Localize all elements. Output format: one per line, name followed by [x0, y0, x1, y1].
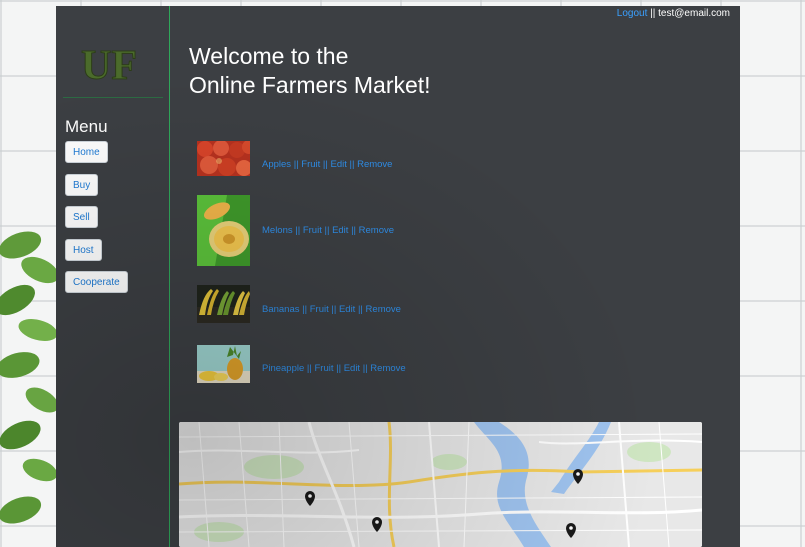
product-links: Pineapple || Fruit || Edit || Remove [262, 363, 406, 374]
separator: || [299, 304, 310, 315]
product-name: Bananas [262, 304, 300, 315]
product-links: Apples || Fruit || Edit || Remove [262, 159, 392, 170]
product-name: Apples [262, 159, 292, 170]
nav-sell-button[interactable]: Sell [65, 206, 98, 228]
nav-buy-button[interactable]: Buy [65, 174, 99, 196]
location-map[interactable] [179, 422, 702, 547]
pineapple-image [197, 345, 250, 383]
edit-link[interactable]: Edit [331, 159, 347, 170]
edit-link[interactable]: Edit [344, 363, 360, 374]
melons-image [197, 195, 250, 266]
remove-link[interactable]: Remove [370, 363, 405, 374]
bananas-image [197, 285, 250, 323]
nav-host-button[interactable]: Host [65, 239, 102, 261]
plant-decoration [0, 231, 59, 524]
separator: || [346, 159, 358, 170]
page-title-line2: Online Farmers Market! [189, 72, 431, 98]
remove-link[interactable]: Remove [359, 225, 394, 236]
separator: || [321, 225, 333, 236]
product-name: Melons [262, 225, 293, 236]
product-links: Bananas || Fruit || Edit || Remove [262, 304, 401, 315]
apples-image [197, 141, 250, 176]
logo-text: UF [81, 43, 137, 89]
product-name: Pineapple [262, 363, 305, 374]
edit-link[interactable]: Edit [339, 304, 355, 315]
logo[interactable]: UF [77, 39, 149, 90]
logout-link[interactable]: Logout [617, 8, 648, 19]
separator: || [320, 159, 331, 170]
product-links: Melons || Fruit || Edit || Remove [262, 225, 394, 236]
user-bar: Logout || test@email.com [617, 8, 730, 19]
map-graphic [179, 422, 702, 547]
separator: || [360, 363, 371, 374]
page-title-line1: Welcome to the [189, 43, 349, 69]
separator: || [292, 225, 303, 236]
page-title: Welcome to the Online Farmers Market! [189, 42, 431, 100]
user-email: test@email.com [658, 8, 730, 19]
product-category: Fruit [309, 304, 329, 315]
menu-title: Menu [65, 117, 108, 136]
separator: || [348, 225, 359, 236]
product-category: Fruit [314, 363, 334, 374]
edit-link[interactable]: Edit [332, 225, 348, 236]
user-bar-separator: || [647, 8, 659, 19]
separator: || [355, 304, 366, 315]
separator: || [328, 304, 339, 315]
separator: || [304, 363, 315, 374]
remove-link[interactable]: Remove [357, 159, 392, 170]
remove-link[interactable]: Remove [366, 304, 401, 315]
separator: || [333, 363, 344, 374]
main-panel: Logout || test@email.com UF Menu Home Bu… [56, 6, 740, 547]
product-category: Fruit [301, 159, 321, 170]
nav-cooperate-button[interactable]: Cooperate [65, 271, 128, 293]
sidebar: UF Menu Home Buy Sell Host Cooperate [56, 6, 170, 547]
product-category: Fruit [302, 225, 322, 236]
logo-area: UF [63, 35, 163, 98]
nav-home-button[interactable]: Home [65, 141, 108, 163]
separator: || [291, 159, 302, 170]
